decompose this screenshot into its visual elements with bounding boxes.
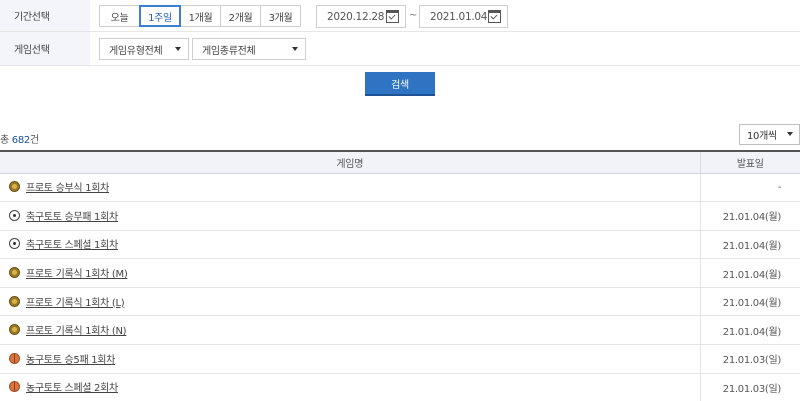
period-label: 기간선택 — [0, 0, 90, 31]
period-2month-button[interactable]: 2개월 — [220, 5, 261, 27]
game-name-cell: 농구토토 스페셜 2회차 — [0, 373, 701, 401]
table-row: 농구토토 스페셜 2회차 21.01.03(일) — [0, 373, 800, 401]
chevron-down-icon — [292, 47, 298, 51]
period-today-button[interactable]: 오늘 — [99, 5, 140, 27]
announce-date: 21.01.04(월) — [722, 240, 782, 252]
game-name: 농구토토 스페셜 2회차 — [9, 379, 118, 394]
results-table: 게임명 발표일 프로토 승부식 1회차 - 축구토토 승무패 1회차 21.01.04… — [0, 150, 800, 401]
table-row: 축구토토 스페셜 1회차 21.01.04(월) — [0, 230, 800, 259]
table-row: 농구토토 승5패 1회차 21.01.03(일) — [0, 344, 800, 374]
period-1month-button[interactable]: 1개월 — [180, 5, 221, 27]
proto-icon — [9, 324, 20, 336]
proto-icon — [9, 267, 20, 279]
game-name-link[interactable]: 프로토 승부식 1회차 — [26, 179, 109, 194]
end-date-value: 2021.01.04 — [430, 10, 488, 23]
period-1week-button[interactable]: 1주일 — [139, 5, 181, 27]
proto-icon — [9, 295, 20, 307]
period-button-group: 오늘 1주일 1개월 2개월 3개월 — [99, 5, 301, 27]
game-name-cell: 프로토 기록식 1회차 (N) — [0, 315, 701, 345]
game-row: 게임선택 게임유형전체 게임종류전체 — [0, 32, 800, 65]
start-date-field[interactable]: 2020.12.28 — [316, 5, 406, 28]
announce-date: 21.01.04(월) — [722, 212, 782, 224]
soccer-ball-icon — [9, 238, 20, 250]
game-name-cell: 축구토토 승무패 1회차 — [0, 201, 701, 231]
basketball-icon — [9, 352, 20, 364]
game-name: 프로토 기록식 1회차 (N) — [9, 322, 127, 337]
calendar-icon[interactable] — [386, 10, 399, 23]
game-name: 프로토 기록식 1회차 (L) — [9, 294, 125, 309]
game-name: 축구토토 스페셜 1회차 — [9, 236, 118, 251]
total-count: 총 682건 — [0, 131, 39, 146]
announce-date: 21.01.03(일) — [722, 355, 782, 367]
game-name-link[interactable]: 프로토 기록식 1회차 (M) — [26, 265, 128, 280]
announce-date: 21.01.04(월) — [722, 269, 782, 281]
game-name-cell: 프로토 기록식 1회차 (L) — [0, 287, 701, 316]
period-3month-button[interactable]: 3개월 — [260, 5, 301, 27]
game-name: 축구토토 승무패 1회차 — [9, 208, 118, 223]
table-row: 프로토 기록식 1회차 (M) 21.01.04(월) — [0, 258, 800, 288]
calendar-icon[interactable] — [488, 10, 501, 23]
table-row: 축구토토 승무패 1회차 21.01.04(월) — [0, 201, 800, 231]
announce-date: 21.01.04(월) — [722, 326, 782, 338]
chevron-down-icon — [175, 47, 181, 51]
table-row: 프로토 승부식 1회차 - — [0, 173, 800, 202]
total-prefix: 총 — [0, 135, 12, 146]
announce-date: 21.01.03(일) — [722, 383, 782, 395]
game-name-link[interactable]: 프로토 기록식 1회차 (L) — [26, 294, 125, 309]
game-name: 프로토 기록식 1회차 (M) — [9, 265, 128, 280]
start-date-value: 2020.12.28 — [327, 10, 385, 23]
announce-date: - — [777, 181, 782, 193]
announce-date: 21.01.04(월) — [722, 298, 782, 310]
table-header-row: 게임명 발표일 — [0, 150, 800, 174]
game-name-cell: 농구토토 승5패 1회차 — [0, 344, 701, 374]
game-kind-select[interactable]: 게임종류전체 — [192, 38, 306, 60]
game-kind-value: 게임종류전체 — [202, 45, 256, 57]
game-type-value: 게임유형전체 — [109, 45, 163, 57]
basketball-icon — [9, 381, 20, 393]
game-name: 농구토토 승5패 1회차 — [9, 351, 115, 366]
game-name: 프로토 승부식 1회차 — [9, 179, 109, 194]
soccer-ball-icon — [9, 209, 20, 221]
game-type-select[interactable]: 게임유형전체 — [99, 38, 189, 60]
total-number: 682 — [11, 135, 30, 146]
proto-icon — [9, 181, 20, 193]
total-suffix: 건 — [29, 135, 39, 146]
game-name-link[interactable]: 농구토토 승5패 1회차 — [26, 351, 115, 366]
game-name-cell: 프로토 기록식 1회차 (M) — [0, 258, 701, 288]
game-label: 게임선택 — [0, 32, 90, 65]
page-size-select[interactable]: 10개씩 — [739, 124, 800, 145]
game-name-link[interactable]: 프로토 기록식 1회차 (N) — [26, 322, 127, 337]
page-size-value: 10개씩 — [747, 131, 777, 142]
column-header-game-name: 게임명 — [0, 150, 701, 174]
game-name-cell: 프로토 승부식 1회차 — [0, 173, 701, 202]
table-row: 프로토 기록식 1회차 (L) 21.01.04(월) — [0, 287, 800, 316]
end-date-field[interactable]: 2021.01.04 — [419, 5, 508, 28]
search-filter-panel: 기간선택 오늘 1주일 1개월 2개월 3개월 2020.12.28 ~ 202… — [0, 0, 800, 66]
game-name-link[interactable]: 농구토토 스페셜 2회차 — [26, 379, 118, 394]
period-row: 기간선택 오늘 1주일 1개월 2개월 3개월 2020.12.28 ~ 202… — [0, 0, 800, 32]
game-name-cell: 축구토토 스페셜 1회차 — [0, 230, 701, 259]
date-separator: ~ — [409, 10, 418, 21]
game-name-link[interactable]: 축구토토 스페셜 1회차 — [26, 236, 118, 251]
search-button[interactable]: 검색 — [365, 72, 435, 96]
chevron-down-icon — [787, 132, 793, 136]
table-row: 프로토 기록식 1회차 (N) 21.01.04(월) — [0, 315, 800, 345]
column-header-date: 발표일 — [700, 150, 800, 174]
game-name-link[interactable]: 축구토토 승무패 1회차 — [26, 208, 118, 223]
